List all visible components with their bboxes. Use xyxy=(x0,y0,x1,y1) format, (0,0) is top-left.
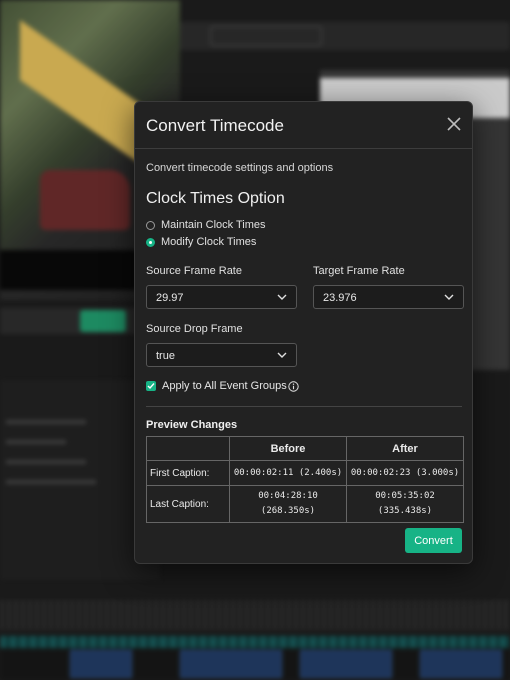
row-label: Last Caption: xyxy=(146,485,230,523)
after-timecode: 00:05:35:02 xyxy=(375,491,435,501)
target-frame-rate-label: Target Frame Rate xyxy=(313,265,405,277)
source-drop-frame-select[interactable]: true xyxy=(146,343,297,367)
chevron-down-icon xyxy=(277,352,287,358)
close-button[interactable] xyxy=(445,115,463,133)
table-header-before: Before xyxy=(229,436,347,461)
timeline-tracks xyxy=(0,636,510,680)
table-header-empty xyxy=(146,436,230,461)
before-seconds: (268.350s) xyxy=(260,506,316,516)
clock-times-title: Clock Times Option xyxy=(146,190,285,207)
row-label: First Caption: xyxy=(146,460,230,486)
source-frame-rate-label: Source Frame Rate xyxy=(146,265,242,277)
before-timecode: 00:04:28:10 xyxy=(258,491,318,501)
apply-all-label: Apply to All Event Groups xyxy=(162,380,287,392)
select-value: 29.97 xyxy=(156,292,184,304)
table-row: First Caption: 00:00:02:11 (2.400s) 00:0… xyxy=(146,460,464,486)
convert-button[interactable]: Convert xyxy=(405,528,462,553)
table-header-row: Before After xyxy=(146,436,464,461)
info-icon[interactable] xyxy=(288,380,299,392)
radio-checked[interactable] xyxy=(146,237,155,247)
apply-all-row: Apply to All Event Groups xyxy=(146,380,299,392)
convert-timecode-dialog: Convert Timecode Convert timecode settin… xyxy=(134,101,473,564)
radio-modify-clock-times[interactable]: Modify Clock Times xyxy=(146,236,256,248)
chevron-down-icon xyxy=(277,294,287,300)
after-value: 00:05:35:02 (335.438s) xyxy=(346,485,464,523)
before-value: 00:00:02:11 (2.400s) xyxy=(229,460,347,486)
table-header-after: After xyxy=(346,436,464,461)
radio-maintain-clock-times[interactable]: Maintain Clock Times xyxy=(146,219,266,231)
target-frame-rate-select[interactable]: 23.976 xyxy=(313,285,464,309)
divider xyxy=(146,406,462,407)
before-value: 00:04:28:10 (268.350s) xyxy=(229,485,347,523)
radio-label: Modify Clock Times xyxy=(161,236,257,248)
close-icon xyxy=(447,117,461,131)
radio-unchecked[interactable] xyxy=(146,220,155,230)
waveform xyxy=(0,600,510,630)
apply-all-checkbox[interactable] xyxy=(146,381,156,391)
background-toolbar xyxy=(180,22,510,50)
source-frame-rate-select[interactable]: 29.97 xyxy=(146,285,297,309)
dialog-title: Convert Timecode xyxy=(146,116,284,135)
chevron-down-icon xyxy=(444,294,454,300)
dialog-subtitle: Convert timecode settings and options xyxy=(146,162,334,174)
dialog-header: Convert Timecode xyxy=(135,102,472,149)
after-value: 00:00:02:23 (3.000s) xyxy=(346,460,464,486)
preview-table: Before After First Caption: 00:00:02:11 … xyxy=(146,436,464,523)
after-seconds: (335.438s) xyxy=(377,506,433,516)
select-value: true xyxy=(156,350,175,362)
radio-label: Maintain Clock Times xyxy=(161,219,266,231)
table-row: Last Caption: 00:04:28:10 (268.350s) 00:… xyxy=(146,485,464,523)
preview-title: Preview Changes xyxy=(146,419,238,431)
check-icon xyxy=(147,383,155,390)
source-drop-frame-label: Source Drop Frame xyxy=(146,323,243,335)
select-value: 23.976 xyxy=(323,292,357,304)
